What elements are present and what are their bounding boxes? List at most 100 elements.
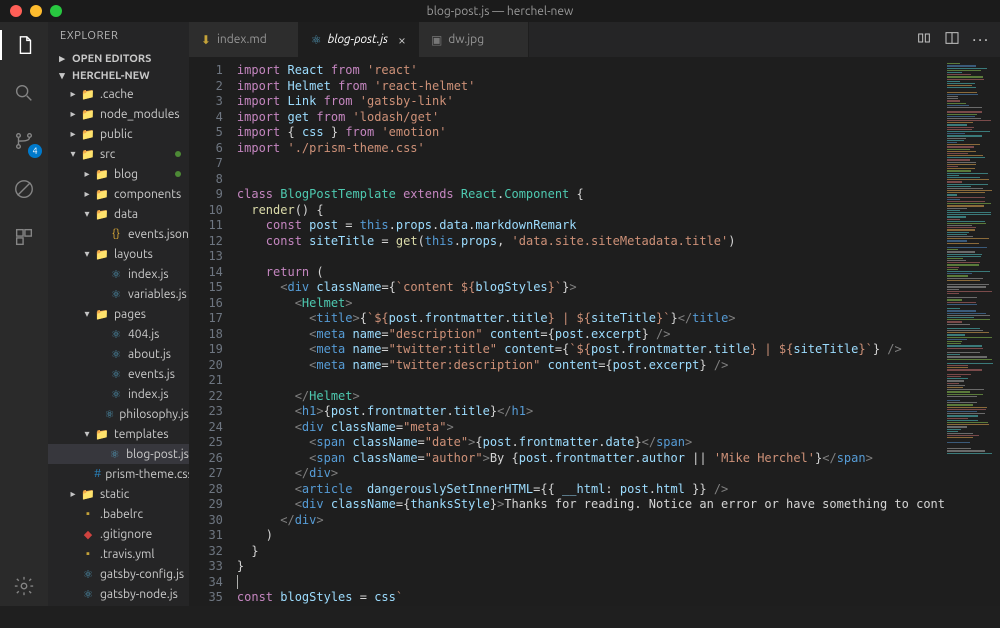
more-actions-icon[interactable]: ··· — [972, 31, 990, 49]
tree-label: .cache — [100, 88, 134, 101]
tree-row[interactable]: ⚛gatsby-config.js — [48, 564, 189, 584]
tree-row[interactable]: ⚛index.js — [48, 264, 189, 284]
file-icon: 📁 — [94, 206, 110, 222]
tree-row[interactable]: ⚙package-lock.json — [48, 604, 189, 606]
tree-row[interactable]: ▪ .travis.yml — [48, 544, 189, 564]
tree-label: templates — [114, 428, 169, 441]
file-icon: 📁 — [94, 426, 110, 442]
extensions-icon — [13, 226, 35, 248]
status-bar[interactable] — [0, 606, 1000, 628]
section-label: OPEN EDITORS — [72, 53, 151, 65]
file-icon: ▪ — [80, 506, 96, 522]
tree-row[interactable]: ⚛events.js — [48, 364, 189, 384]
tree-label: 404.js — [128, 328, 159, 341]
file-icon: 📁 — [80, 126, 96, 142]
editor-tab[interactable]: ⬇ index.md — [189, 22, 299, 57]
modified-dot-icon — [175, 151, 181, 157]
activity-extensions[interactable] — [0, 222, 48, 252]
tree-label: blog — [114, 168, 138, 181]
file-icon: 📁 — [80, 106, 96, 122]
file-icon: 📁 — [80, 146, 96, 162]
minimize-window-button[interactable] — [30, 5, 42, 17]
tree-row[interactable]: ▸📁.cache — [48, 84, 189, 104]
tree-label: philosophy.js — [119, 408, 189, 421]
editor-tab[interactable]: ▣dw.jpg — [419, 22, 529, 57]
filetype-icon: ⚛ — [311, 33, 322, 47]
close-window-button[interactable] — [10, 5, 22, 17]
maximize-window-button[interactable] — [50, 5, 62, 17]
tree-label: prism-theme.css — [105, 468, 189, 481]
search-icon — [13, 82, 35, 104]
tree-row[interactable]: ⚛404.js — [48, 324, 189, 344]
tree-label: about.js — [128, 348, 171, 361]
file-icon: 📁 — [94, 246, 110, 262]
tree-row[interactable]: ▸📁 blog — [48, 164, 189, 184]
activity-explorer[interactable] — [0, 30, 48, 60]
editor-tab[interactable]: ⚛blog-post.js× — [299, 22, 419, 57]
tree-row[interactable]: ⚛gatsby-node.js — [48, 584, 189, 604]
tree-row[interactable]: ▸📁public — [48, 124, 189, 144]
chevron-right-icon: ▸ — [80, 168, 94, 180]
tree-label: static — [100, 488, 129, 501]
tree-row[interactable]: ⚛blog-post.js — [48, 444, 189, 464]
tree-row[interactable]: ⚛variables.js — [48, 284, 189, 304]
tree-row[interactable]: # prism-theme.css — [48, 464, 189, 484]
section-project[interactable]: ▾ HERCHEL-NEW — [48, 67, 189, 84]
tree-row[interactable]: ▾📁 data — [48, 204, 189, 224]
gear-icon — [13, 575, 35, 597]
line-gutter: 1234567891011121314151617181920212223242… — [189, 57, 233, 606]
editor-tabs: ⬇ index.md ⚛blog-post.js×▣dw.jpg ··· — [189, 22, 1000, 57]
file-icon: 📁 — [80, 486, 96, 502]
code-content[interactable]: import React from 'react'import Helmet f… — [233, 57, 945, 606]
tree-label: components — [114, 188, 181, 201]
tree-label: index.js — [128, 388, 169, 401]
file-icon: ⚛ — [108, 366, 124, 382]
activity-source-control[interactable]: 4 — [0, 126, 48, 156]
minimap[interactable] — [945, 57, 1000, 606]
tree-row[interactable]: ▾📁pages — [48, 304, 189, 324]
section-open-editors[interactable]: ▸ OPEN EDITORS — [48, 50, 189, 67]
file-icon: ▪ — [80, 546, 96, 562]
file-tree[interactable]: ▸📁.cache▸📁node_modules▸📁public▾📁src▸📁blo… — [48, 84, 189, 606]
file-icon: 📁 — [94, 166, 110, 182]
tree-row[interactable]: ▾📁layouts — [48, 244, 189, 264]
file-icon: # — [94, 466, 101, 482]
tree-label: gatsby-config.js — [100, 568, 184, 581]
split-editor-icon[interactable] — [944, 30, 960, 49]
chevron-down-icon: ▾ — [80, 208, 94, 220]
tree-row[interactable]: ▸📁node_modules — [48, 104, 189, 124]
file-icon: ⚛ — [80, 586, 96, 602]
tree-row[interactable]: ⚛ index.js — [48, 384, 189, 404]
activity-search[interactable] — [0, 78, 48, 108]
filetype-icon: ▣ — [431, 33, 442, 47]
files-icon — [14, 34, 36, 56]
tree-row[interactable]: ⚛ philosophy.js — [48, 404, 189, 424]
tree-row[interactable]: {}events.json — [48, 224, 189, 244]
tree-row[interactable]: ▪.babelrc — [48, 504, 189, 524]
window-title: blog-post.js — herchel-new — [0, 5, 1000, 18]
tab-label: index.md — [217, 33, 267, 46]
tree-label: data — [114, 208, 138, 221]
filetype-icon: ⬇ — [201, 33, 211, 47]
chevron-down-icon: ▾ — [56, 69, 68, 82]
sidebar-title: EXPLORER — [48, 22, 189, 50]
tree-row[interactable]: ▾📁templates — [48, 424, 189, 444]
tree-row[interactable]: ▸📁components — [48, 184, 189, 204]
activity-settings[interactable] — [0, 576, 48, 606]
window-controls — [0, 5, 62, 17]
code-area[interactable]: 1234567891011121314151617181920212223242… — [189, 57, 1000, 606]
file-icon: ⚛ — [108, 386, 124, 402]
chevron-down-icon: ▾ — [66, 148, 80, 160]
tree-label: .travis.yml — [100, 548, 155, 561]
file-icon: ⚛ — [108, 286, 124, 302]
compare-changes-icon[interactable] — [916, 30, 932, 49]
activity-debug[interactable] — [0, 174, 48, 204]
tree-label: src — [100, 148, 115, 161]
file-icon: ◆ — [80, 526, 96, 542]
tree-row[interactable]: ⚛about.js — [48, 344, 189, 364]
file-icon: ⚛ — [104, 406, 115, 422]
tree-row[interactable]: ▸📁static — [48, 484, 189, 504]
close-tab-icon[interactable]: × — [398, 32, 406, 48]
tree-row[interactable]: ◆.gitignore — [48, 524, 189, 544]
tree-row[interactable]: ▾📁 src — [48, 144, 189, 164]
